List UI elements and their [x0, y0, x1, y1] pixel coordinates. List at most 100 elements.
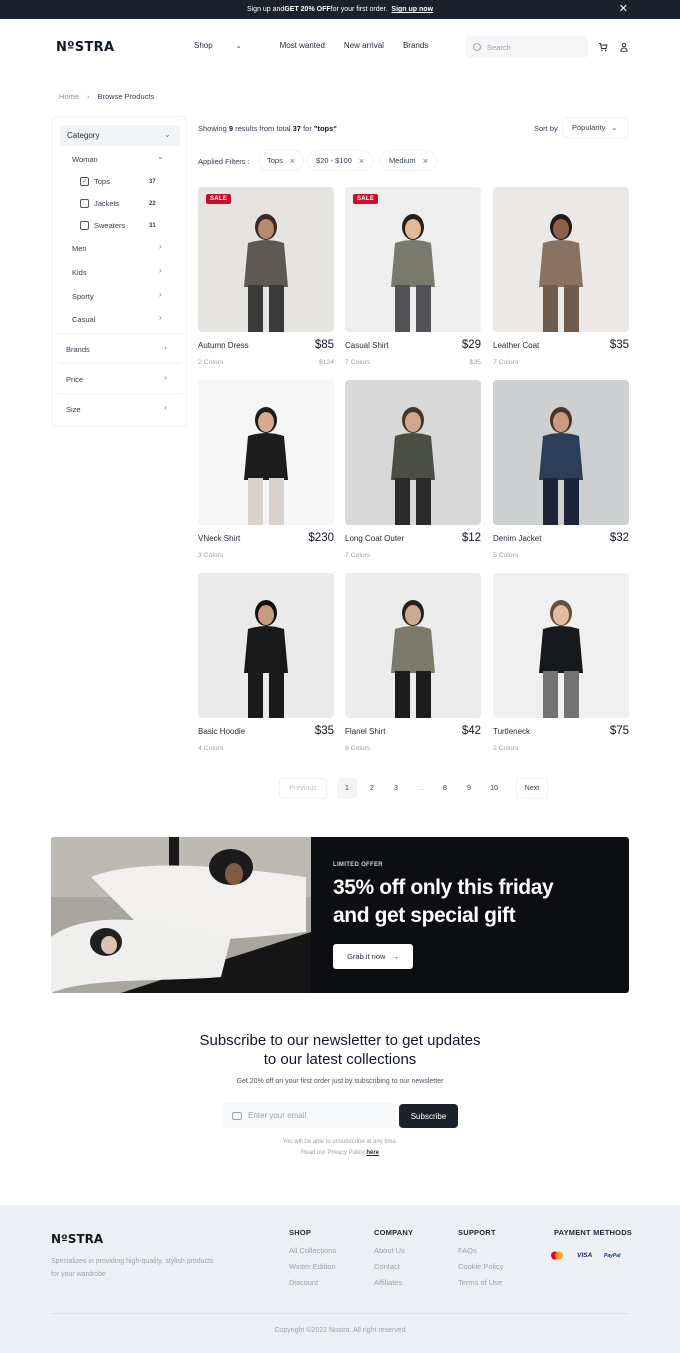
category-toggle[interactable]: Category ⌄ [60, 125, 180, 146]
jackets-count: 22 [149, 201, 156, 207]
paypal-icon: PayPal [604, 1253, 621, 1259]
section-brands[interactable]: Brands [66, 345, 90, 354]
page-8[interactable]: 8 [435, 778, 455, 799]
signup-link[interactable]: Sign up now [391, 6, 433, 13]
filter-chip-price[interactable]: $20 - $100 × [307, 150, 374, 171]
product-card[interactable]: Basic Hoodie $35 4 Colors [198, 573, 334, 752]
product-name[interactable]: Long Coat Outer [345, 534, 404, 543]
group-kids[interactable]: Kids [72, 268, 87, 277]
product-image[interactable] [198, 573, 334, 718]
next-button[interactable]: Next [516, 778, 548, 799]
filter-sweaters[interactable]: Sweaters [80, 221, 125, 230]
product-card[interactable]: Turtleneck $75 2 Colors [493, 573, 629, 752]
woman-toggle[interactable]: Woman [72, 155, 98, 164]
email-input[interactable]: Enter your email [222, 1103, 396, 1128]
footer-logo[interactable]: NºSTRA [51, 1232, 103, 1246]
product-image[interactable] [493, 187, 629, 332]
product-image-frame[interactable] [493, 380, 629, 525]
product-name[interactable]: Casual Shirt [345, 341, 389, 350]
footer-link[interactable]: About Us [374, 1246, 413, 1262]
checkbox-icon[interactable] [80, 221, 89, 230]
remove-icon[interactable]: × [423, 156, 428, 166]
section-price[interactable]: Price [66, 375, 83, 384]
product-card[interactable]: Flanel Shirt $42 8 Colors [345, 573, 481, 752]
product-image-frame[interactable] [493, 187, 629, 332]
checkbox-checked-icon[interactable]: ✓ [80, 177, 89, 186]
product-image[interactable] [198, 187, 334, 332]
product-name[interactable]: VNeck Shirt [198, 534, 240, 543]
nav-shop[interactable]: Shop ⌄ [194, 41, 261, 50]
nav-most-wanted[interactable]: Most wanted [280, 41, 325, 50]
product-image-frame[interactable] [345, 573, 481, 718]
product-card[interactable]: Leather Coat $35 7 Colors [493, 187, 629, 366]
product-image-frame[interactable]: SALE [345, 187, 481, 332]
product-price: $35 [314, 725, 334, 737]
product-card[interactable]: Denim Jacket $32 5 Colors [493, 380, 629, 559]
page-1[interactable]: 1 [337, 778, 357, 799]
previous-button[interactable]: Previous [279, 778, 327, 799]
product-colors: 2 Colors [493, 745, 519, 752]
footer-link[interactable]: Terms of Use [458, 1278, 503, 1294]
group-sporty[interactable]: Sporty [72, 292, 94, 301]
footer-link[interactable]: Cookie Policy [458, 1262, 503, 1278]
section-size[interactable]: Size [66, 405, 81, 414]
footer-link[interactable]: Winter Edition [289, 1262, 336, 1278]
filter-tops-label: Tops [94, 177, 110, 186]
remove-icon[interactable]: × [290, 156, 295, 166]
footer-link[interactable]: Contact [374, 1262, 413, 1278]
user-icon[interactable] [619, 42, 629, 52]
footer-link[interactable]: FAQs [458, 1246, 503, 1262]
nav-new-arrival[interactable]: New arrival [344, 41, 384, 50]
product-image[interactable] [345, 380, 481, 525]
subscribe-button[interactable]: Subscribe [399, 1104, 458, 1128]
filter-tops[interactable]: ✓ Tops [80, 177, 110, 186]
cart-icon[interactable] [598, 42, 608, 52]
product-image[interactable] [345, 573, 481, 718]
remove-icon[interactable]: × [359, 156, 364, 166]
product-image-frame[interactable] [198, 573, 334, 718]
logo[interactable]: NºSTRA [56, 40, 114, 55]
product-name[interactable]: Denim Jacket [493, 534, 541, 543]
product-image-frame[interactable] [345, 380, 481, 525]
product-image-frame[interactable] [198, 380, 334, 525]
page-2[interactable]: 2 [362, 778, 382, 799]
product-image[interactable] [345, 187, 481, 332]
breadcrumb-home[interactable]: Home [59, 92, 79, 101]
product-price: $12 [461, 532, 481, 544]
product-card[interactable]: Long Coat Outer $12 7 Colors [345, 380, 481, 559]
checkbox-icon[interactable] [80, 199, 89, 208]
footer-description: Specializes in providing high-quality, s… [51, 1258, 214, 1278]
category-label: Category [67, 131, 100, 140]
product-name[interactable]: Flanel Shirt [345, 727, 385, 736]
page-10[interactable]: 10 [483, 778, 505, 799]
group-casual[interactable]: Casual [72, 315, 95, 324]
page-9[interactable]: 9 [459, 778, 479, 799]
footer-link[interactable]: All Collections [289, 1246, 336, 1262]
filter-chip-size[interactable]: Medium × [380, 150, 437, 171]
product-name[interactable]: Basic Hoodie [198, 727, 245, 736]
nav-brands[interactable]: Brands [403, 41, 428, 50]
page-3[interactable]: 3 [386, 778, 406, 799]
product-image-frame[interactable] [493, 573, 629, 718]
product-name[interactable]: Leather Coat [493, 341, 539, 350]
product-card[interactable]: SALE Autumn Dress $85 2 Colors $124 [198, 187, 334, 366]
product-card[interactable]: VNeck Shirt $230 3 Colors [198, 380, 334, 559]
privacy-link[interactable]: here [366, 1150, 379, 1156]
footer-link[interactable]: Affiliates [374, 1278, 413, 1294]
footer-link[interactable]: Discount [289, 1278, 336, 1294]
filter-jackets[interactable]: Jackets [80, 199, 119, 208]
filter-chip-tops[interactable]: Tops × [258, 150, 305, 171]
chevron-down-icon[interactable]: ⌄ [157, 152, 164, 161]
grab-it-now-button[interactable]: Grab it now → [333, 944, 413, 969]
close-icon[interactable]: ✕ [619, 3, 628, 15]
group-men[interactable]: Men [72, 244, 87, 253]
product-image[interactable] [198, 380, 334, 525]
product-name[interactable]: Autumn Dress [198, 341, 249, 350]
search-input[interactable]: Search [465, 36, 588, 58]
product-image[interactable] [493, 380, 629, 525]
product-image-frame[interactable]: SALE [198, 187, 334, 332]
sort-dropdown[interactable]: Popularity ⌄ [562, 117, 629, 138]
product-name[interactable]: Turtleneck [493, 727, 530, 736]
product-image[interactable] [493, 573, 629, 718]
product-card[interactable]: SALE Casual Shirt $29 7 Colors $35 [345, 187, 481, 366]
